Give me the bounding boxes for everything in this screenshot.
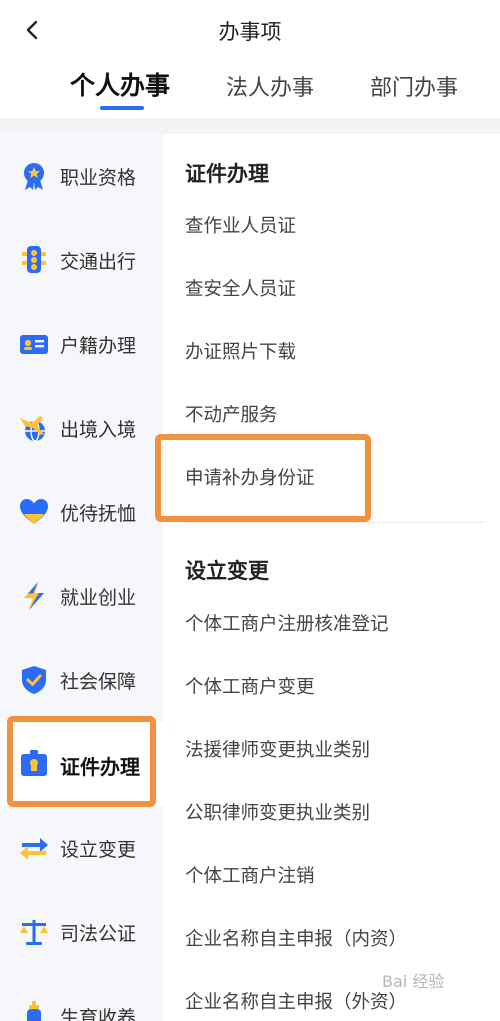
service-item[interactable]: 办证照片下载 (185, 338, 296, 364)
section-title-establishment-change: 设立变更 (185, 559, 269, 583)
sidebar-item-label: 职业资格 (60, 167, 137, 189)
service-item[interactable]: 个体工商户变更 (185, 673, 315, 699)
sidebar-item-label: 户籍办理 (60, 335, 137, 357)
globe-plane-icon (20, 416, 45, 442)
section-divider (185, 522, 485, 523)
sidebar-item-preferential-care[interactable]: 优待抚恤 (0, 470, 163, 554)
service-item[interactable]: 查作业人员证 (185, 212, 296, 238)
service-item[interactable]: 企业名称自主申报（内资） (185, 925, 407, 951)
sidebar-item-label: 设立变更 (60, 839, 137, 861)
sidebar-item-label: 交通出行 (60, 251, 137, 273)
tab-bar: 个人办事 法人办事 部门办事 (0, 62, 500, 112)
tab-legal-entity[interactable]: 法人办事 (226, 70, 314, 102)
lightning-icon (24, 582, 44, 610)
service-item[interactable]: 不动产服务 (185, 401, 278, 427)
swap-arrows-icon (20, 838, 48, 860)
sidebar-item-label: 司法公证 (60, 923, 137, 945)
service-item[interactable]: 企业名称自主申报（外资） (185, 988, 407, 1014)
header-divider (0, 118, 500, 134)
sidebar-item-employment[interactable]: 就业创业 (0, 554, 163, 638)
sidebar-highlight-box (7, 716, 156, 807)
sidebar-item-social-security[interactable]: 社会保障 (0, 638, 163, 722)
sidebar-item-label: 就业创业 (60, 587, 137, 609)
sidebar-item-label: 优待抚恤 (60, 503, 137, 525)
watermark-logo: Bai 经验 (382, 972, 445, 991)
sidebar-item-exit-entry[interactable]: 出境入境 (0, 386, 163, 470)
service-item[interactable]: 查安全人员证 (185, 275, 296, 301)
sidebar-item-establishment-change[interactable]: 设立变更 (0, 806, 163, 890)
baby-bottle-icon (27, 1001, 41, 1021)
service-item[interactable]: 法援律师变更执业类别 (185, 736, 370, 762)
service-item[interactable]: 个体工商户注册核准登记 (185, 610, 389, 636)
section-title-certificates: 证件办理 (185, 162, 269, 186)
tab-personal[interactable]: 个人办事 (70, 66, 170, 102)
tab-department[interactable]: 部门办事 (370, 70, 458, 102)
sidebar-item-transport[interactable]: 交通出行 (0, 218, 163, 302)
service-list: 证件办理 查作业人员证 查安全人员证 办证照片下载 不动产服务 申请补办身份证 … (155, 134, 500, 1021)
service-item[interactable]: 公职律师变更执业类别 (185, 799, 370, 825)
sidebar-item-label: 生育收养 (60, 1007, 137, 1021)
shield-check-icon (22, 666, 46, 694)
scales-icon (20, 920, 48, 945)
service-highlight-box (155, 434, 371, 522)
service-item[interactable]: 个体工商户注销 (185, 862, 315, 888)
id-card-icon (20, 335, 48, 354)
sidebar-item-judicial-notary[interactable]: 司法公证 (0, 890, 163, 974)
header: 办事项 个人办事 法人办事 部门办事 (0, 0, 500, 118)
heart-icon (20, 499, 48, 524)
sidebar-item-label: 出境入境 (60, 419, 137, 441)
sidebar-item-household-registration[interactable]: 户籍办理 (0, 302, 163, 386)
sidebar-item-birth-adoption[interactable]: 生育收养 (0, 974, 163, 1021)
page-title: 办事项 (218, 20, 282, 44)
medal-icon (24, 163, 44, 190)
active-tab-indicator (100, 106, 144, 110)
sidebar-item-label: 社会保障 (60, 671, 137, 693)
category-sidebar: 职业资格 交通出行 户籍办理 出境入境 优待抚恤 就业创业 社会保障 证件办理 … (0, 134, 163, 1021)
sidebar-item-vocational-qualification[interactable]: 职业资格 (0, 134, 163, 218)
traffic-light-icon (22, 246, 46, 273)
